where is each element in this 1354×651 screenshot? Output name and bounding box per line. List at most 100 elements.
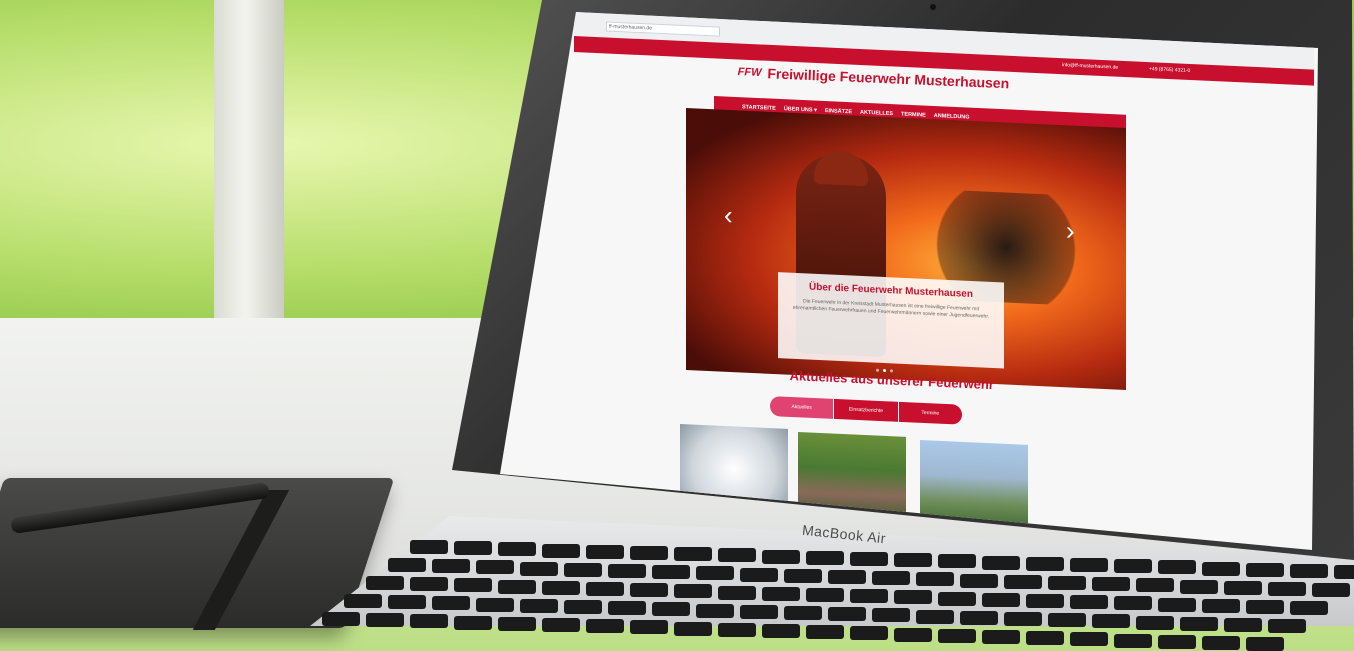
site-logo[interactable]: FFW xyxy=(737,66,761,79)
keyboard-key xyxy=(960,610,998,625)
keyboard-key xyxy=(542,543,580,558)
keyboard-key xyxy=(1334,565,1354,580)
keyboard-key xyxy=(1048,576,1086,590)
hero-helmet xyxy=(814,149,868,187)
keyboard-key xyxy=(1268,582,1306,596)
hero-caption-text: Die Feuerwehr in der Kreisstadt Musterha… xyxy=(792,298,990,320)
keyboard-key xyxy=(762,549,800,564)
keyboard-key xyxy=(762,624,800,638)
hero-carousel: ‹ › Über die Feuerwehr Musterhausen Die … xyxy=(686,108,1126,390)
keyboard-key xyxy=(520,561,558,576)
keyboard-key xyxy=(366,613,404,628)
tab-termine[interactable]: Termine xyxy=(898,401,962,425)
keyboard-key xyxy=(1246,562,1284,577)
keyboard-key xyxy=(938,554,976,569)
keyboard-key xyxy=(586,544,624,559)
keyboard-key xyxy=(960,573,998,588)
keyboard-key xyxy=(850,552,888,566)
keyboard-key xyxy=(674,547,712,562)
keyboard-key xyxy=(762,586,800,601)
keyboard-key xyxy=(388,558,426,572)
keyboard-key xyxy=(916,609,954,624)
keyboard-key xyxy=(1224,580,1262,595)
keyboard-key xyxy=(938,591,976,606)
keyboard-key xyxy=(432,596,470,611)
keyboard-key xyxy=(366,576,404,590)
keyboard-key xyxy=(432,559,470,574)
keyboard-key xyxy=(1136,615,1174,630)
keyboard-key xyxy=(410,577,448,592)
news-tabs: Aktuelles Einsatzberichte Termine xyxy=(770,396,962,425)
keyboard-key xyxy=(608,564,646,578)
keyboard-key xyxy=(498,579,536,594)
contact-phone[interactable]: +49 (8765) 4321-0 xyxy=(1149,66,1190,74)
keyboard-key xyxy=(784,606,822,620)
keyboard-key xyxy=(894,590,932,605)
keyboard-key xyxy=(1290,564,1328,578)
hero-caption: Über die Feuerwehr Musterhausen Die Feue… xyxy=(778,272,1004,369)
keyboard-key xyxy=(740,567,778,582)
keyboard-key xyxy=(718,622,756,637)
keyboard-key xyxy=(1004,574,1042,589)
keyboard-key xyxy=(1114,596,1152,611)
keyboard-key xyxy=(1202,636,1240,650)
keyboard-key xyxy=(498,542,536,557)
keyboard-key xyxy=(1268,619,1306,634)
address-bar[interactable]: ff-musterhausen.de xyxy=(606,21,720,37)
keyboard-key xyxy=(1114,559,1152,574)
keyboard-key xyxy=(1158,560,1196,575)
laptop-screen: ff-musterhausen.de info@ff-musterhausen.… xyxy=(500,12,1318,550)
keyboard-key xyxy=(806,625,844,640)
keyboard-key xyxy=(608,601,646,616)
keyboard-key xyxy=(1246,600,1284,614)
tab-aktuelles[interactable]: Aktuelles xyxy=(770,396,835,419)
keyboard-key xyxy=(344,594,382,608)
keyboard-key xyxy=(410,540,448,554)
carousel-prev-icon[interactable]: ‹ xyxy=(724,200,733,231)
camera-icon xyxy=(930,4,936,10)
keyboard-key xyxy=(1202,598,1240,613)
keyboard-key xyxy=(1290,601,1328,616)
keyboard-key xyxy=(1202,561,1240,576)
keyboard-key xyxy=(1180,579,1218,594)
keyboard-key xyxy=(696,603,734,618)
keyboard-key xyxy=(564,600,602,614)
keyboard-key xyxy=(674,584,712,599)
keyboard-key xyxy=(1158,597,1196,612)
keyboard-key xyxy=(1026,594,1064,608)
keyboard-key xyxy=(894,553,932,568)
keyboard-key xyxy=(718,548,756,563)
keyboard-key xyxy=(630,546,668,560)
keyboard-key xyxy=(982,555,1020,570)
keyboard-key xyxy=(388,595,426,610)
window-frame xyxy=(214,0,284,330)
keyboard-key xyxy=(630,583,668,598)
keyboard-key xyxy=(850,626,888,641)
keyboard-key xyxy=(1312,583,1350,598)
keyboard-key xyxy=(652,602,690,617)
keyboard-key xyxy=(872,571,910,586)
keyboard-key xyxy=(1246,637,1284,651)
keyboard-key xyxy=(454,615,492,630)
keyboard-key xyxy=(454,578,492,593)
keyboard-key xyxy=(652,565,690,580)
keyboard-key xyxy=(806,588,844,602)
keyboard-key xyxy=(696,566,734,581)
keyboard-key xyxy=(1070,632,1108,647)
tab-einsatzberichte[interactable]: Einsatzberichte xyxy=(834,398,899,422)
keyboard-key xyxy=(1092,614,1130,629)
keyboard-key xyxy=(784,568,822,583)
keyboard-key xyxy=(1070,595,1108,610)
keyboard-key xyxy=(1048,613,1086,628)
keyboard-key xyxy=(1070,558,1108,572)
keyboard-key xyxy=(718,585,756,600)
keyboard-key xyxy=(872,608,910,623)
carousel-next-icon[interactable]: › xyxy=(1066,215,1075,246)
keyboard-key xyxy=(476,597,514,612)
keyboard-key xyxy=(740,604,778,619)
keyboard-key xyxy=(1092,577,1130,592)
keyboard-key xyxy=(1026,631,1064,646)
keyboard-key xyxy=(542,618,580,632)
contact-email[interactable]: info@ff-musterhausen.de xyxy=(1062,62,1118,71)
keyboard-key xyxy=(1026,556,1064,571)
